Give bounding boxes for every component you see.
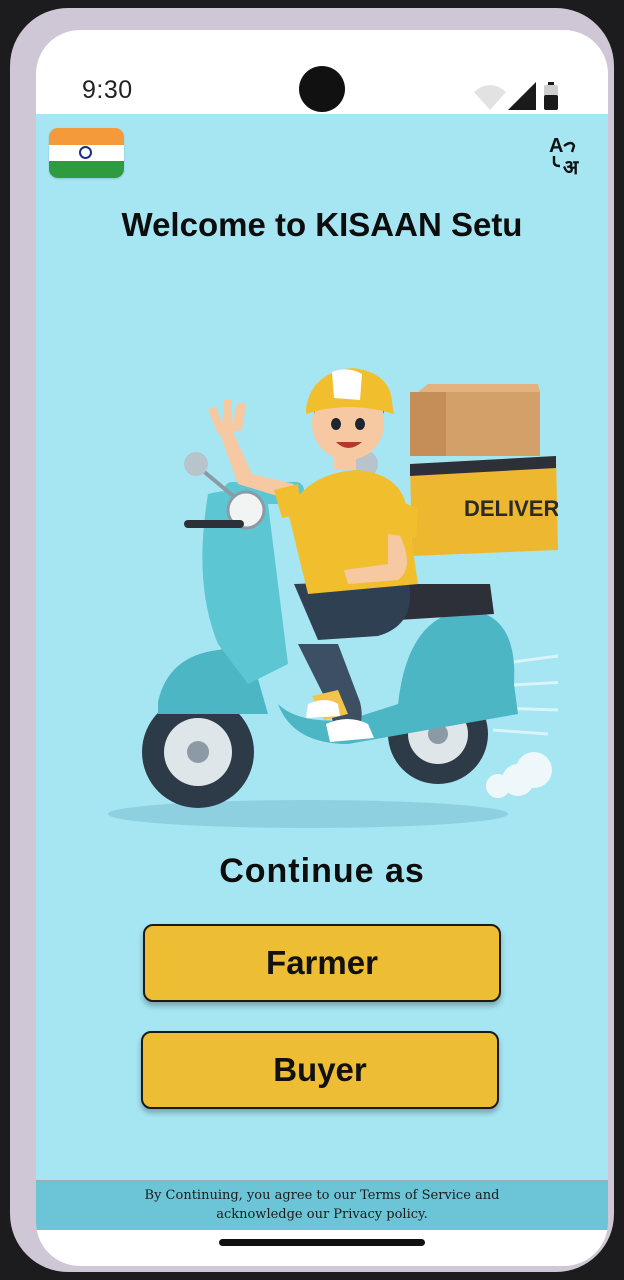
status-time: 9:30 — [82, 76, 133, 104]
phone-screen: 9:30 A अ Welcome to KISAAN Setu DELIVER … — [36, 30, 608, 1266]
buyer-button[interactable]: Buyer — [141, 1031, 499, 1109]
battery-icon — [544, 82, 558, 110]
terms-line-1[interactable]: By Continuing, you agree to our Terms of… — [36, 1186, 608, 1205]
app-content: A अ Welcome to KISAAN Setu DELIVER Conti… — [36, 114, 608, 1230]
farmer-button[interactable]: Farmer — [143, 924, 501, 1002]
signal-icon — [508, 82, 536, 110]
terms-line-2[interactable]: acknowledge our Privacy policy. — [36, 1205, 608, 1224]
terms-footer: By Continuing, you agree to our Terms of… — [36, 1180, 608, 1230]
phone-frame: 9:30 A अ Welcome to KISAAN Setu DELIVER … — [10, 8, 614, 1272]
page-title: Welcome to KISAAN Setu — [121, 206, 523, 243]
wifi-icon — [474, 85, 506, 110]
status-bar: 9:30 — [36, 30, 608, 114]
status-icons — [474, 82, 558, 110]
translate-icon[interactable]: A अ — [548, 132, 588, 176]
svg-text:A: A — [549, 135, 563, 157]
delivery-scooter-illustration: DELIVERY — [108, 368, 558, 828]
india-flag-icon[interactable] — [49, 128, 124, 178]
home-indicator[interactable] — [219, 1239, 425, 1246]
delivery-box-label: DELIVERY — [464, 496, 558, 521]
continue-as-heading: Continue as — [219, 852, 425, 890]
camera-cutout — [299, 66, 345, 112]
svg-text:अ: अ — [563, 155, 579, 176]
